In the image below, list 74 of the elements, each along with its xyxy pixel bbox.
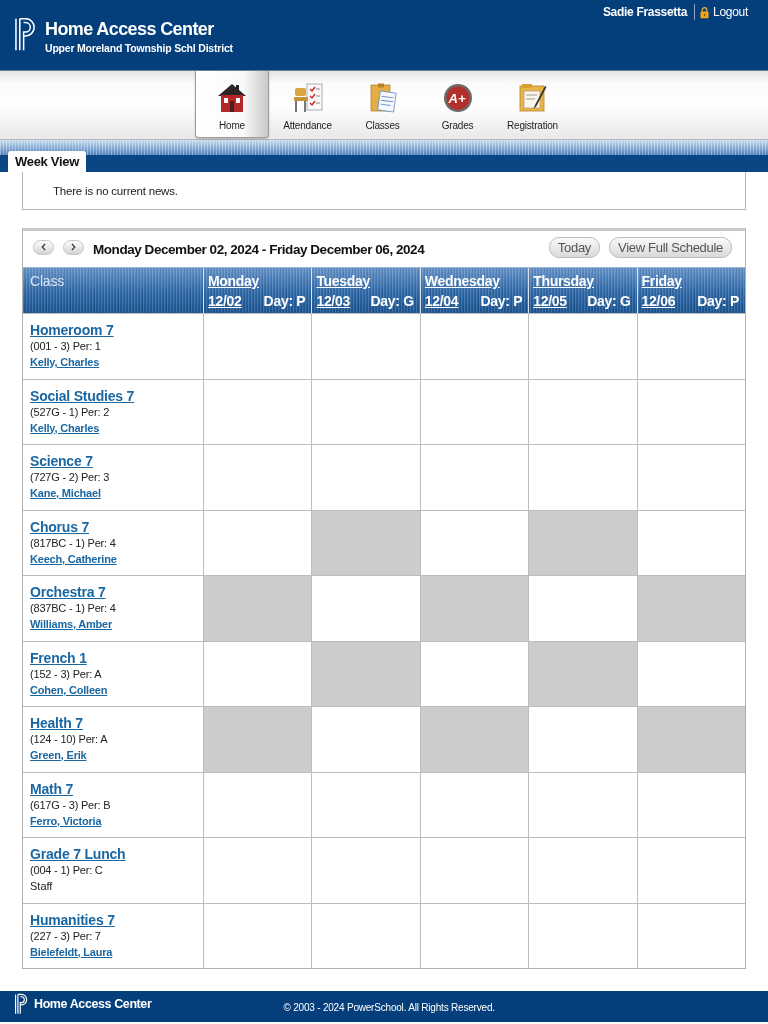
nav-item[interactable]: Home (195, 71, 269, 138)
folder-document-icon (367, 83, 398, 113)
course-link[interactable]: Humanities 7 (30, 911, 115, 929)
grade-badge-icon: A+ (442, 83, 473, 113)
day-link[interactable]: Wednesday (424, 273, 500, 289)
date-link[interactable]: 12/05 (533, 292, 567, 310)
nav-item[interactable]: Attendance (270, 71, 345, 138)
day-code-label: Day: G (587, 292, 631, 310)
day-code-label: Day: P (263, 292, 306, 310)
teacher-link[interactable]: Cohen, Colleen (30, 681, 108, 698)
course-link[interactable]: Math 7 (30, 780, 74, 798)
full-schedule-button[interactable]: View Full Schedule (609, 236, 732, 258)
day-code-label: Day: P (697, 292, 739, 310)
today-button[interactable]: Today (548, 236, 601, 258)
teacher-link[interactable]: Bielefeldt, Laura (30, 943, 113, 960)
section-text: (004 - 1) Per: C (30, 863, 103, 878)
logo-icon (15, 18, 38, 51)
course-link[interactable]: Social Studies 7 (30, 387, 135, 405)
section-text: (227 - 3) Per: 7 (30, 928, 101, 944)
date-link[interactable]: 12/02 (208, 292, 242, 310)
footer-brand: Home Access Center (34, 996, 152, 1011)
section-text: (527G - 1) Per: 2 (30, 404, 110, 420)
section-text: (001 - 3) Per: 1 (30, 339, 101, 354)
date-link[interactable]: 12/04 (424, 292, 459, 310)
chair-checklist-icon (292, 83, 323, 113)
teacher-name: Staff (30, 879, 53, 894)
nav-item[interactable]: Classes (345, 71, 420, 138)
logout-link[interactable]: Logout (713, 5, 748, 19)
teacher-link[interactable]: Williams, Amber (30, 616, 113, 632)
column-heading: Class (30, 273, 64, 289)
course-link[interactable]: Chorus 7 (30, 518, 90, 536)
day-code-label: Day: P (480, 292, 523, 310)
course-link[interactable]: Orchestra 7 (30, 584, 106, 601)
user-name: Sadie Frassetta (602, 5, 688, 19)
previous-week-button[interactable] (33, 239, 54, 255)
logo-icon (15, 992, 29, 1015)
folder-pencil-icon (517, 83, 548, 113)
date-link[interactable]: 12/03 (316, 292, 350, 310)
section-text: (617G - 3) Per: B (30, 797, 111, 813)
section-text: (152 - 3) Per: A (30, 666, 102, 682)
house-icon (217, 83, 247, 113)
week-range-title: Monday December 02, 2024 - Friday December 06, 2024 (93, 241, 425, 257)
day-code-label: Day: G (370, 292, 414, 310)
nav-item[interactable]: A+ Grades (420, 71, 495, 138)
nav-item[interactable]: Registration (495, 71, 570, 138)
course-link[interactable]: French 1 (30, 649, 87, 667)
week-view-tab[interactable]: Week View (8, 151, 87, 172)
teacher-link[interactable]: Kane, Michael (30, 485, 101, 501)
next-week-button[interactable] (63, 239, 84, 255)
news-message: There is no current news. (53, 185, 178, 197)
course-link[interactable]: Health 7 (30, 715, 83, 732)
teacher-link[interactable]: Green, Erik (30, 747, 87, 763)
teacher-link[interactable]: Kelly, Charles (30, 354, 100, 370)
day-link[interactable]: Thursday (533, 273, 594, 289)
teacher-link[interactable]: Kelly, Charles (30, 419, 100, 436)
course-link[interactable]: Grade 7 Lunch (30, 846, 126, 863)
day-link[interactable]: Monday (208, 273, 260, 289)
section-text: (727G - 2) Per: 3 (30, 470, 110, 485)
course-link[interactable]: Homeroom 7 (30, 322, 114, 339)
date-link[interactable]: 12/06 (641, 292, 676, 310)
copyright-text: © 2003 - 2024 PowerSchool. All Rights Reserved. (283, 1002, 495, 1013)
day-link[interactable]: Friday (641, 273, 682, 289)
section-text: (837BC - 1) Per: 4 (30, 601, 116, 616)
district-name: Upper Moreland Township Schl District (45, 41, 233, 55)
lock-icon (700, 5, 710, 19)
chevron-left-icon (41, 243, 46, 251)
chevron-right-icon (71, 243, 76, 251)
app-title: Home Access Center (45, 19, 215, 39)
section-text: (817BC - 1) Per: 4 (30, 535, 116, 551)
teacher-link[interactable]: Ferro, Victoria (30, 812, 102, 829)
day-link[interactable]: Tuesday (316, 273, 371, 289)
teacher-link[interactable]: Keech, Catherine (30, 550, 117, 567)
section-text: (124 - 10) Per: A (30, 732, 108, 747)
course-link[interactable]: Science 7 (30, 453, 93, 470)
